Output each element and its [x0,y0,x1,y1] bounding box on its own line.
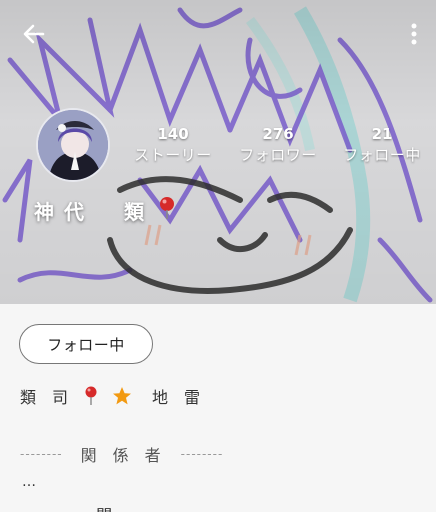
bio-cut-off-line: ー ー 間 [30,502,118,512]
red-pin-icon [158,196,176,225]
display-name: 神代 類 [34,196,176,225]
stat-followers-count: 276 [262,125,294,143]
section-title: 関係者 [80,446,177,465]
stat-following[interactable]: 21 フォロー中 [338,124,426,166]
more-vertical-icon [411,23,417,45]
back-button[interactable] [18,18,50,50]
arrow-left-icon [23,24,45,44]
section-header-related: -------- 関係者 -------- [20,442,223,466]
bio-ellipsis: … [22,474,36,490]
bio-text-a: 類司 [20,388,85,407]
star-icon [112,386,132,406]
red-pin-icon [84,386,98,406]
stat-stories-count: 140 [157,125,189,143]
more-options-button[interactable] [406,18,422,50]
bio-line: 類司 地雷 [20,384,216,408]
stat-following-label: フォロー中 [343,146,421,164]
stat-following-count: 21 [371,125,393,143]
stat-followers-label: フォロワー [239,146,317,164]
display-name-text: 神代 類 [34,200,154,224]
section-dash-left: -------- [20,447,63,461]
stat-stories-label: ストーリー [134,146,212,164]
stat-followers[interactable]: 276 フォロワー [234,124,322,166]
avatar[interactable] [36,108,110,182]
stat-stories[interactable]: 140 ストーリー [130,124,216,166]
bio-text-b: 地雷 [152,388,217,407]
following-button[interactable]: フォロー中 [19,324,153,364]
section-dash-right: -------- [180,447,224,461]
